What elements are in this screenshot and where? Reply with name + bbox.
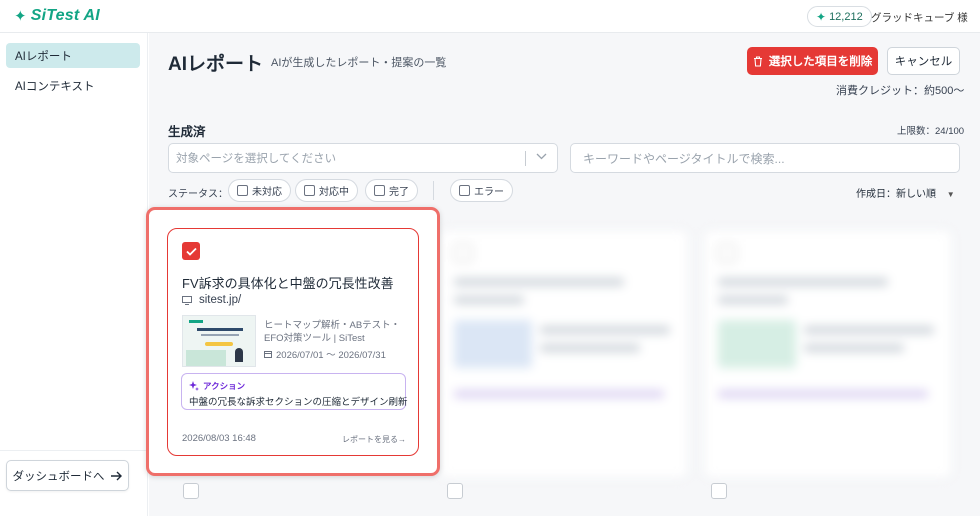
select-separator [525,151,526,166]
report-period: 2026/07/01 〜 2026/07/31 [264,347,386,361]
trash-icon [753,55,762,67]
thumbnail [454,320,532,368]
action-callout: アクション 中盤の冗長な訴求セクションの圧縮とデザイン刷新 [181,373,408,410]
placeholder-line [454,390,664,398]
page-thumbnail [182,315,256,367]
card-checkbox[interactable] [183,483,199,499]
sidebar-item-label: AIレポート [15,50,72,63]
credit-count: 12,212 [829,10,863,23]
credit-balance[interactable]: ✦ 12,212 [807,6,872,27]
report-card-blurred [703,229,953,479]
status-chip-in-progress[interactable]: 対応中 [295,179,358,202]
chip-divider [433,181,434,200]
limit-count: 上限数：24/100 [897,126,965,137]
calendar-icon [264,351,272,358]
card-checkbox[interactable] [447,483,463,499]
app-logo[interactable]: ✦ SiTest AI [14,7,100,25]
card-url: sitest.jp/ [182,294,241,306]
created-date: 2026/08/03 16:48 [182,433,256,444]
logo-text: SiTest AI [30,7,100,24]
delete-selected-label: 選択した項目を削除 [768,56,873,68]
placeholder-line [540,326,670,334]
page-description: ヒートマップ解析・ABテスト・EFO対策ツール | SiTest [264,320,401,344]
chip-label: 完了 [389,187,409,198]
report-period-text: 2026/07/01 〜 2026/07/31 [276,350,386,361]
caret-down-icon: ▼ [946,190,955,199]
checkbox [459,185,470,196]
check-icon [185,247,197,256]
status-chip-error[interactable]: エラー [450,179,513,202]
status-filter-label: ステータス： [168,189,228,200]
placeholder-line [718,390,928,398]
sparkle-icon: ✦ [816,9,827,24]
placeholder-line [454,278,624,286]
chip-label: エラー [474,187,504,198]
placeholder-line [804,326,934,334]
section-title: 生成済 [168,125,206,139]
report-card-blurred [439,229,689,479]
dashboard-button[interactable]: ダッシュボードへ [6,460,129,491]
sidebar-item-ai-report[interactable]: AIレポート [6,43,140,68]
search-placeholder: キーワードやページタイトルで検索... [583,151,785,166]
checkbox [304,185,315,196]
cancel-button[interactable]: キャンセル [887,47,960,75]
monitor-icon [182,295,192,305]
checkbox [237,185,248,196]
view-report-link[interactable]: レポートを見る→ [342,434,406,445]
checkbox [374,185,385,196]
sidebar: AIレポート AIコンテキスト ダッシュボードへ [0,33,148,516]
checkbox [454,244,472,262]
action-text: 中盤の冗長な訴求セクションの圧縮とデザイン刷新 [189,397,408,408]
main-content: AIレポート AIが生成したレポート・提案の一覧 選択した項目を削除 キャンセル… [146,33,980,516]
credit-consumption: 消費クレジット：約500〜 [836,85,965,97]
checkbox [718,244,736,262]
placeholder-line [718,296,788,304]
arrow-right-icon [110,471,122,480]
chip-label: 未対応 [252,187,282,198]
sparkle-icon: ✦ [14,8,27,25]
card-url-text: sitest.jp/ [199,294,242,306]
card-checkbox-checked[interactable] [182,242,200,260]
action-label-text: アクション [203,381,246,391]
placeholder-line [540,344,640,352]
chip-label: 対応中 [319,187,349,198]
top-bar: ✦ SiTest AI ✦ 12,212 グラッドキューブ 様 [0,0,980,33]
page-select-placeholder: 対象ページを選択してください [176,153,337,165]
card-checkbox[interactable] [711,483,727,499]
status-chip-done[interactable]: 完了 [365,179,418,202]
sort-dropdown[interactable]: 作成日：新しい順 ▼ [856,185,955,200]
page-subtitle: AIが生成したレポート・提案の一覧 [271,57,447,69]
placeholder-line [804,344,904,352]
card-title: FV訴求の具体化と中盤の冗長性改善 [182,276,394,291]
placeholder-line [718,278,888,286]
report-card[interactable]: FV訴求の具体化と中盤の冗長性改善 sitest.jp/ ヒートマップ解析・AB… [167,228,419,456]
sidebar-item-ai-context[interactable]: AIコンテキスト [6,73,140,98]
status-chip-unhandled[interactable]: 未対応 [228,179,291,202]
chevron-down-icon [536,151,547,163]
sparkle-icon [189,381,199,391]
sidebar-item-label: AIコンテキスト [15,80,95,93]
thumbnail [718,320,796,368]
dashboard-button-label: ダッシュボードへ [12,470,105,483]
action-label: アクション [189,380,245,392]
sort-label: 作成日：新しい順 [856,189,936,200]
page-select-dropdown[interactable]: 対象ページを選択してください [168,143,558,173]
placeholder-line [454,296,524,304]
blurred-report-cards [439,225,980,516]
user-name[interactable]: グラッドキューブ 様 [871,10,968,25]
page-title: AIレポート [168,54,264,75]
delete-selected-button[interactable]: 選択した項目を削除 [747,47,878,75]
search-input[interactable]: キーワードやページタイトルで検索... [570,143,960,173]
